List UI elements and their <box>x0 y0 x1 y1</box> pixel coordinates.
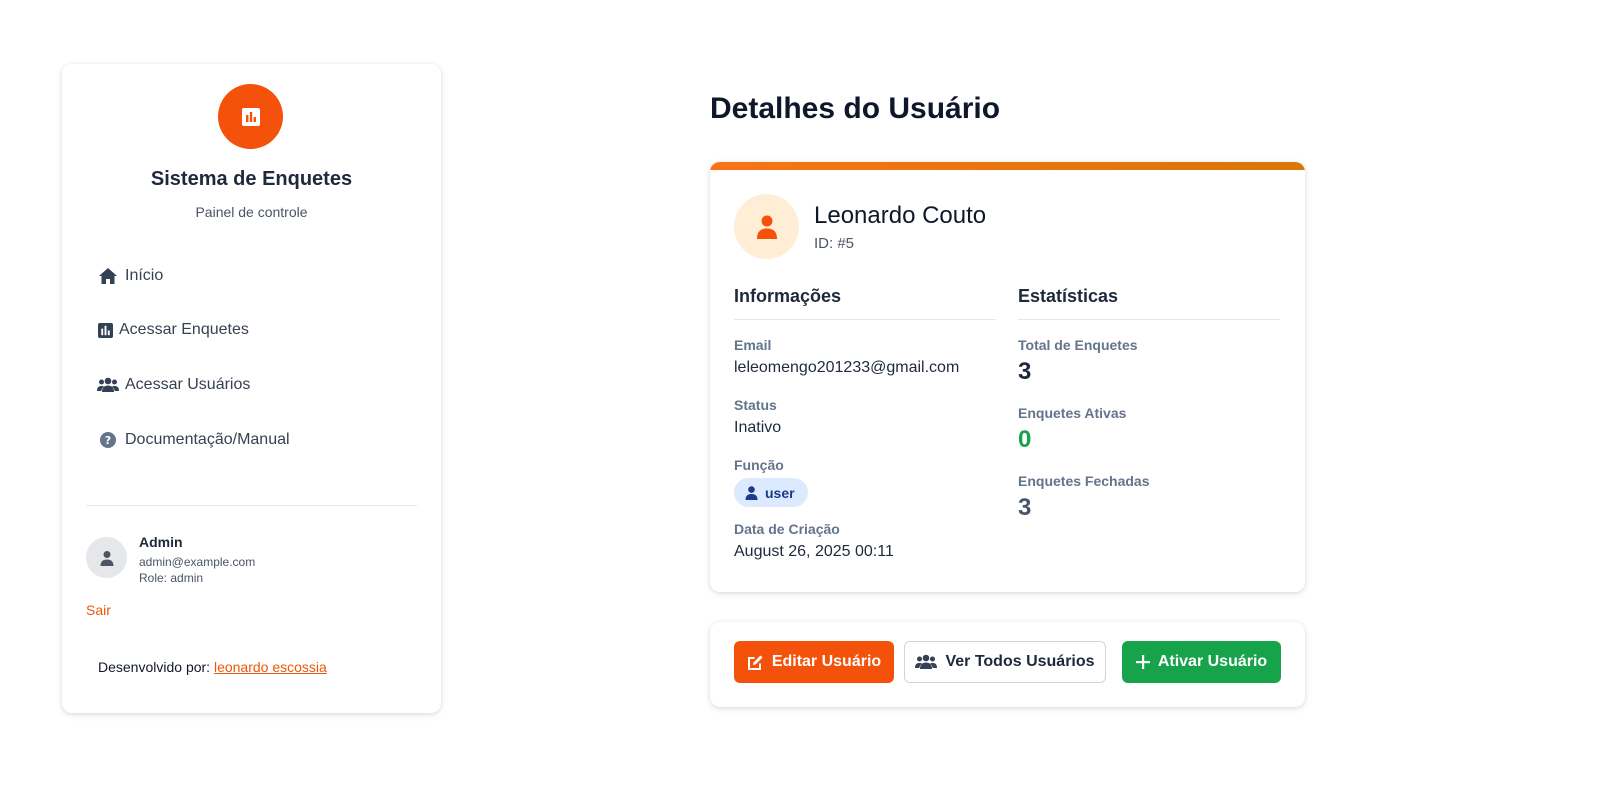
status-value: Inativo <box>734 419 782 436</box>
role-label: Função <box>734 457 784 473</box>
active-polls-value: 0 <box>1018 426 1032 453</box>
email-label: Email <box>734 337 772 353</box>
role-badge: user <box>734 478 808 507</box>
closed-polls-value: 3 <box>1018 494 1032 521</box>
developer-link[interactable]: leonardo escossia <box>214 659 327 675</box>
nav-item-inicio[interactable]: Início <box>97 260 163 292</box>
status-label: Status <box>734 397 777 413</box>
user-icon <box>756 215 777 239</box>
edit-icon <box>747 654 764 671</box>
sidebar: Sistema de Enquetes Painel de controle I… <box>62 64 441 713</box>
profile-id: ID: #5 <box>814 235 855 252</box>
logo <box>218 84 283 149</box>
active-polls-label: Enquetes Ativas <box>1018 405 1127 421</box>
created-label: Data de Criação <box>734 521 840 537</box>
edit-user-label: Editar Usuário <box>771 653 882 670</box>
current-user-email: admin@example.com <box>139 555 256 569</box>
stats-section-divider <box>1018 319 1280 320</box>
info-section-title: Informações <box>734 286 842 306</box>
role-value: user <box>765 484 795 501</box>
view-all-users-label: Ver Todos Usuários <box>945 653 1095 670</box>
view-all-users-button[interactable]: Ver Todos Usuários <box>904 641 1106 683</box>
brand-title: Sistema de Enquetes <box>150 168 353 190</box>
nav-item-label: Acessar Usuários <box>125 376 251 393</box>
total-polls-label: Total de Enquetes <box>1018 337 1138 353</box>
nav-item-label: Acessar Enquetes <box>119 321 249 338</box>
developer-credit: Desenvolvido por: leonardo escossia <box>98 659 327 675</box>
nav-item-label: Documentação/Manual <box>125 431 290 448</box>
current-user-name: Admin <box>139 534 183 550</box>
nav-item-usuarios[interactable]: Acessar Usuários <box>97 369 250 401</box>
stats-section-title: Estatísticas <box>1018 286 1119 306</box>
users-icon <box>97 374 119 396</box>
user-icon <box>745 485 758 500</box>
chart-icon <box>97 319 113 341</box>
profile-avatar <box>734 194 799 259</box>
svg-text:?: ? <box>105 434 111 447</box>
user-icon <box>100 550 113 566</box>
logout-link[interactable]: Sair <box>86 602 111 618</box>
page-title: Detalhes do Usuário <box>710 92 1001 125</box>
user-details-card: Leonardo Couto ID: #5 Informações Email … <box>710 162 1305 592</box>
avatar <box>86 537 127 578</box>
activate-user-label: Ativar Usuário <box>1157 653 1268 670</box>
closed-polls-label: Enquetes Fechadas <box>1018 473 1150 489</box>
activate-user-button[interactable]: Ativar Usuário <box>1122 641 1281 683</box>
nav-item-label: Início <box>125 267 164 284</box>
question-circle-icon: ? <box>97 429 119 451</box>
sidebar-divider <box>86 505 417 506</box>
credit-prefix: Desenvolvido por: <box>98 659 214 675</box>
actions-card: Editar Usuário Ver Todos Usuários Ativar… <box>710 622 1305 707</box>
created-value: August 26, 2025 00:11 <box>734 543 894 560</box>
plus-icon <box>1135 655 1150 669</box>
users-icon <box>915 654 938 670</box>
chart-icon <box>241 107 260 126</box>
nav-item-enquetes[interactable]: Acessar Enquetes <box>97 314 249 346</box>
brand-subtitle: Painel de controle <box>195 204 308 220</box>
edit-user-button[interactable]: Editar Usuário <box>734 641 894 683</box>
email-value: leleomengo201233@gmail.com <box>734 359 960 376</box>
card-accent-bar <box>710 162 1305 170</box>
profile-name: Leonardo Couto <box>814 202 987 229</box>
current-user-role: Role: admin <box>139 571 204 585</box>
info-section-divider <box>734 319 996 320</box>
nav-item-documentacao[interactable]: ? Documentação/Manual <box>97 424 290 456</box>
home-icon <box>97 265 119 287</box>
total-polls-value: 3 <box>1018 358 1032 385</box>
